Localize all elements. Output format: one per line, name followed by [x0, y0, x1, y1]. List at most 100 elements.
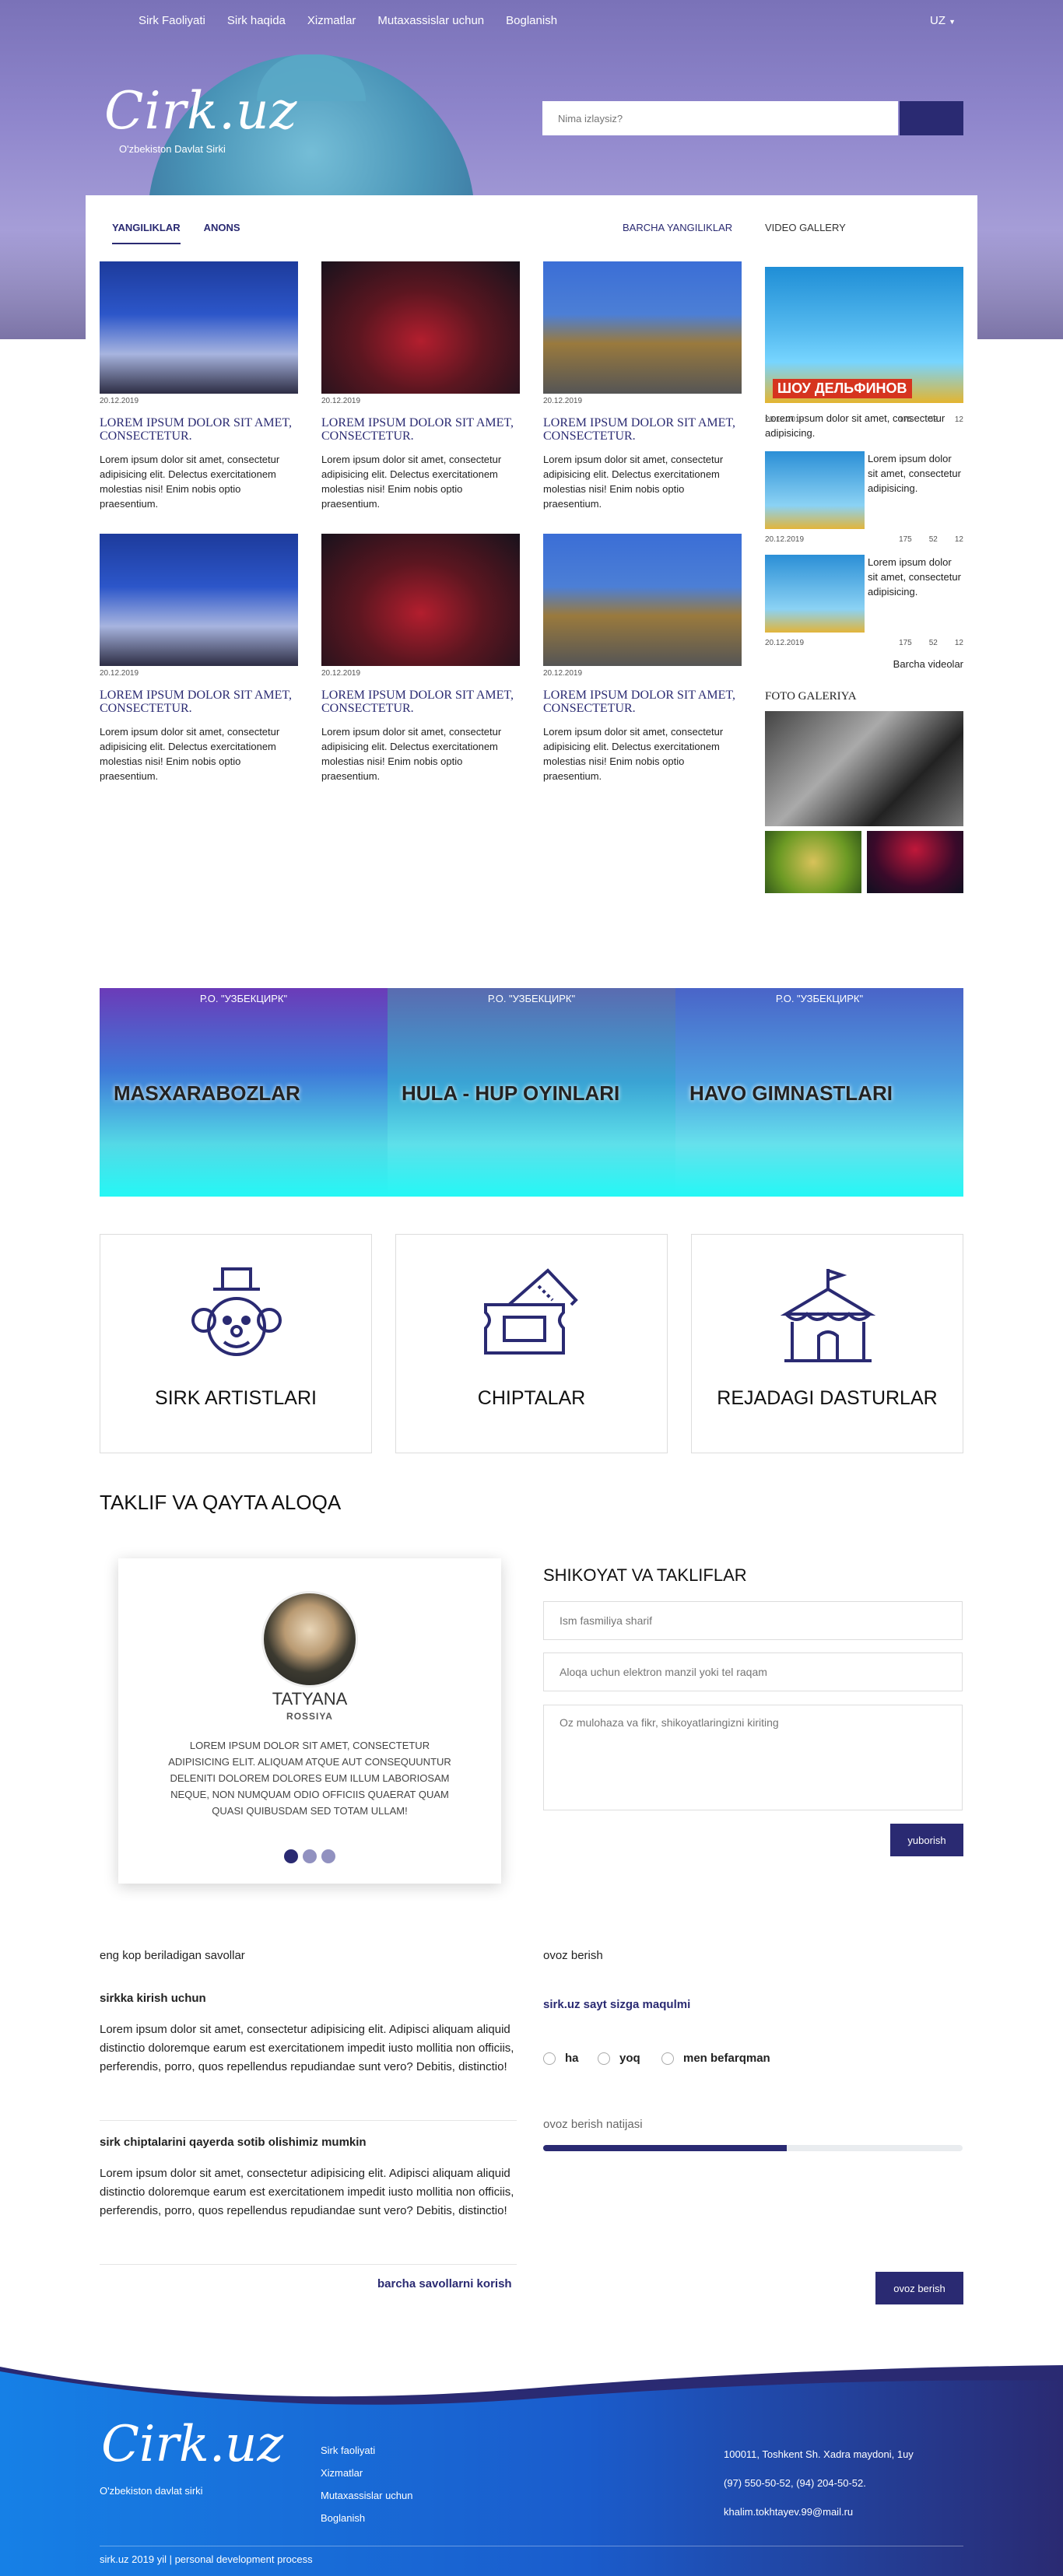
- language-label: UZ: [930, 14, 945, 27]
- news-excerpt: Lorem ipsum dolor sit amet, consectetur …: [100, 454, 280, 510]
- service-label: REJADAGI DASTURLAR: [717, 1387, 938, 1409]
- service-artists[interactable]: SIRK ARTISTLARI: [100, 1234, 372, 1453]
- site-logo[interactable]: Cirk.uz: [104, 81, 297, 141]
- nav-item-mutaxassislar[interactable]: Mutaxassislar uchun: [377, 14, 484, 27]
- news-title[interactable]: LOREM IPSUM DOLOR SIT AMET, CONSECTETUR.: [321, 416, 520, 443]
- poll-option[interactable]: men befarqman: [661, 2052, 770, 2065]
- photo-thumb[interactable]: [765, 831, 861, 893]
- news-card[interactable]: 20.12.2019 LOREM IPSUM DOLOR SIT AMET, C…: [543, 534, 742, 783]
- photo-main[interactable]: [765, 711, 963, 826]
- all-questions-link[interactable]: barcha savollarni korish: [377, 2277, 512, 2290]
- video-item[interactable]: Lorem ipsum dolor sit amet, consectetur …: [765, 555, 963, 633]
- act-masxarabozlar[interactable]: Р.О. "УЗБЕКЦИРК" MASXARABOZLAR: [100, 988, 388, 1197]
- poll-option-label: ha: [565, 2052, 579, 2065]
- act-hula-hup[interactable]: Р.О. "УЗБЕКЦИРК" HULA - HUP OYINLARI: [388, 988, 675, 1197]
- footer-phone: (97) 550-50-52, (94) 204-50-52.: [724, 2477, 866, 2489]
- news-card[interactable]: 20.12.2019 LOREM IPSUM DOLOR SIT AMET, C…: [321, 534, 520, 783]
- act-org: Р.О. "УЗБЕКЦИРК": [487, 993, 576, 1004]
- poll-option[interactable]: yoq: [598, 2052, 640, 2065]
- name-field[interactable]: [543, 1601, 963, 1640]
- testimonial-name: TATYANA: [272, 1689, 348, 1709]
- nav-item-sirk-faoliyati[interactable]: Sirk Faoliyati: [139, 14, 205, 27]
- carousel-dot[interactable]: [284, 1849, 298, 1863]
- news-image[interactable]: [321, 534, 520, 666]
- news-title[interactable]: LOREM IPSUM DOLOR SIT AMET, CONSECTETUR.: [100, 689, 298, 715]
- news-date: 20.12.2019: [543, 397, 583, 405]
- nav-item-sirk-haqida[interactable]: Sirk haqida: [227, 14, 286, 27]
- news-title[interactable]: LOREM IPSUM DOLOR SIT AMET, CONSECTETUR.: [100, 416, 298, 443]
- news-date: 20.12.2019: [321, 397, 361, 405]
- vote-button[interactable]: ovoz berish: [875, 2272, 963, 2304]
- service-label: CHIPTALAR: [477, 1387, 586, 1409]
- site-subtitle: O'zbekiston Davlat Sirki: [119, 143, 226, 155]
- search-input[interactable]: [542, 101, 898, 135]
- nav-item-boglanish[interactable]: Boglanish: [506, 14, 557, 27]
- video-caption[interactable]: Lorem ipsum dolor sit amet, consectetur …: [868, 555, 963, 633]
- act-label: HAVO GIMNASTLARI: [689, 1081, 893, 1105]
- footer-link[interactable]: Boglanish: [321, 2507, 413, 2529]
- search-button[interactable]: [900, 101, 963, 135]
- submit-button[interactable]: yuborish: [890, 1824, 963, 1856]
- news-title[interactable]: LOREM IPSUM DOLOR SIT AMET, CONSECTETUR.: [321, 689, 520, 715]
- photo-thumb[interactable]: [867, 831, 963, 893]
- video-date: 20.12.2019: [765, 415, 805, 424]
- footer-email[interactable]: khalim.tokhtayev.99@mail.ru: [724, 2497, 914, 2526]
- service-tickets[interactable]: CHIPTALAR: [395, 1234, 668, 1453]
- avatar: [261, 1591, 358, 1688]
- news-excerpt: Lorem ipsum dolor sit amet, consectetur …: [543, 454, 724, 510]
- nav-item-xizmatlar[interactable]: Xizmatlar: [307, 14, 356, 27]
- service-schedule[interactable]: REJADAGI DASTURLAR: [691, 1234, 963, 1453]
- news-excerpt: Lorem ipsum dolor sit amet, consectetur …: [321, 726, 502, 782]
- poll-result-fill: [543, 2145, 787, 2151]
- tab-anons[interactable]: ANONS: [204, 222, 240, 244]
- radio-circle[interactable]: [543, 2052, 556, 2065]
- video-poster-text: ШОУ ДЕЛЬФИНОВ: [773, 379, 912, 398]
- footer-address: 100011, Toshkent Sh. Xadra maydoni, 1uy: [724, 2448, 914, 2460]
- video-comments: 12: [954, 535, 963, 544]
- video-thumb[interactable]: [765, 555, 865, 633]
- video-thumb[interactable]: [765, 451, 865, 529]
- news-card[interactable]: 20.12.2019 LOREM IPSUM DOLOR SIT AMET, C…: [100, 261, 298, 511]
- all-news-link[interactable]: BARCHA YANGILIKLAR: [623, 222, 732, 233]
- news-image[interactable]: [100, 261, 298, 394]
- divider: [100, 2264, 517, 2265]
- news-image[interactable]: [100, 534, 298, 666]
- poll-question: sirk.uz sayt sizga maqulmi: [543, 1998, 691, 2011]
- video-main-thumb[interactable]: ШОУ ДЕЛЬФИНОВ: [765, 267, 963, 403]
- news-title[interactable]: LOREM IPSUM DOLOR SIT AMET, CONSECTETUR.: [543, 689, 742, 715]
- news-date: 20.12.2019: [321, 669, 361, 678]
- contact-field[interactable]: [543, 1652, 963, 1691]
- radio-circle[interactable]: [598, 2052, 610, 2065]
- carousel-dot[interactable]: [321, 1849, 335, 1863]
- news-image[interactable]: [543, 261, 742, 394]
- footer-logo[interactable]: Cirk.uz: [101, 2416, 283, 2473]
- act-havo-gimnastlari[interactable]: Р.О. "УЗБЕКЦИРК" HAVO GIMNASTLARI: [675, 988, 963, 1197]
- news-card[interactable]: 20.12.2019 LOREM IPSUM DOLOR SIT AMET, C…: [321, 261, 520, 511]
- news-title[interactable]: LOREM IPSUM DOLOR SIT AMET, CONSECTETUR.: [543, 416, 742, 443]
- poll-result-bar: [543, 2145, 963, 2151]
- video-item[interactable]: Lorem ipsum dolor sit amet, consectetur …: [765, 451, 963, 529]
- faq-answer: Lorem ipsum dolor sit amet, consectetur …: [100, 2023, 514, 2073]
- news-card[interactable]: 20.12.2019 LOREM IPSUM DOLOR SIT AMET, C…: [543, 261, 742, 511]
- footer-link[interactable]: Mutaxassislar uchun: [321, 2484, 413, 2507]
- carousel-dot[interactable]: [303, 1849, 317, 1863]
- news-card[interactable]: 20.12.2019 LOREM IPSUM DOLOR SIT AMET, C…: [100, 534, 298, 783]
- language-selector[interactable]: UZ ▼: [930, 14, 956, 27]
- footer-link[interactable]: Xizmatlar: [321, 2462, 413, 2484]
- poll-option[interactable]: ha: [543, 2052, 579, 2065]
- faq-question[interactable]: sirkka kirish uchun: [100, 1992, 517, 2005]
- news-image[interactable]: [543, 534, 742, 666]
- ticket-icon: [484, 1268, 578, 1355]
- news-excerpt: Lorem ipsum dolor sit amet, consectetur …: [321, 454, 502, 510]
- caret-down-icon: ▼: [949, 18, 956, 26]
- radio-circle[interactable]: [661, 2052, 674, 2065]
- all-videos-link[interactable]: Barcha videolar: [765, 658, 963, 670]
- video-caption[interactable]: Lorem ipsum dolor sit amet, consectetur …: [868, 451, 963, 529]
- act-org: Р.О. "УЗБЕКЦИРК": [199, 993, 288, 1004]
- message-field[interactable]: [543, 1705, 963, 1810]
- tab-yangiliklar[interactable]: YANGILIKLAR: [112, 222, 181, 244]
- faq-question[interactable]: sirk chiptalarini qayerda sotib olishimi…: [100, 2136, 517, 2149]
- video-likes: 52: [928, 535, 938, 544]
- footer-link[interactable]: Sirk faoliyati: [321, 2439, 413, 2462]
- news-image[interactable]: [321, 261, 520, 394]
